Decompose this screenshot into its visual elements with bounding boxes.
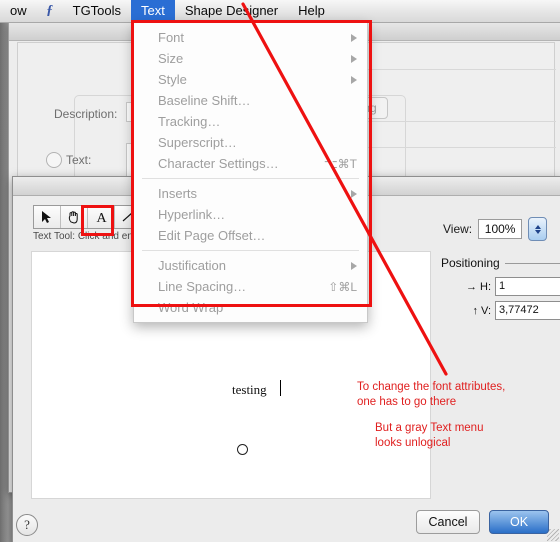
stepper-up-icon xyxy=(534,224,541,229)
menubar-item-tgtools[interactable]: TGTools xyxy=(63,0,131,22)
screenshot-root: Description: Text: ning A xyxy=(0,0,560,542)
annotation-box-text-tool xyxy=(81,205,114,236)
text-radio-label: Text: xyxy=(66,153,92,167)
v-axis-label: ↑ V: xyxy=(472,304,491,317)
v-input[interactable]: 3,77472 xyxy=(495,301,560,320)
ok-button[interactable]: OK xyxy=(489,510,549,534)
help-button[interactable]: ? xyxy=(16,514,38,536)
h-input[interactable]: 1 xyxy=(495,277,560,296)
menubar-item-help[interactable]: Help xyxy=(288,0,335,22)
canvas-text: testing xyxy=(232,382,267,397)
note-head-marker xyxy=(237,444,248,455)
text-caret xyxy=(280,380,281,396)
view-control: View: 100% xyxy=(443,217,548,241)
annotation-note-1: To change the font attributes, one has t… xyxy=(357,381,506,408)
positioning-row-v: ↑ V: 3,77472 xyxy=(455,301,560,320)
description-label: Description: xyxy=(54,107,118,121)
view-stepper[interactable] xyxy=(528,217,548,241)
cancel-button[interactable]: Cancel xyxy=(416,510,480,534)
menubar-item-window[interactable]: ow xyxy=(0,0,37,22)
arrow-tool-button[interactable] xyxy=(34,206,61,228)
positioning-rule xyxy=(505,263,560,264)
annotation-box-menu xyxy=(131,20,372,307)
annotation-note-2: But a gray Text menu looks unlogical xyxy=(375,422,484,449)
h-axis-label: → H: xyxy=(465,280,491,293)
menubar-item-shape-designer[interactable]: Shape Designer xyxy=(175,0,288,22)
positioning-row-h: → H: 1 xyxy=(455,277,560,296)
app-script-icon[interactable]: ƒ xyxy=(37,3,63,19)
view-label: View: xyxy=(443,222,473,236)
positioning-header: Positioning xyxy=(441,256,500,270)
menubar-item-text[interactable]: Text xyxy=(131,0,175,22)
stepper-down-icon xyxy=(534,229,541,234)
text-radio-button[interactable] xyxy=(46,152,62,168)
view-input[interactable]: 100% xyxy=(478,219,523,239)
